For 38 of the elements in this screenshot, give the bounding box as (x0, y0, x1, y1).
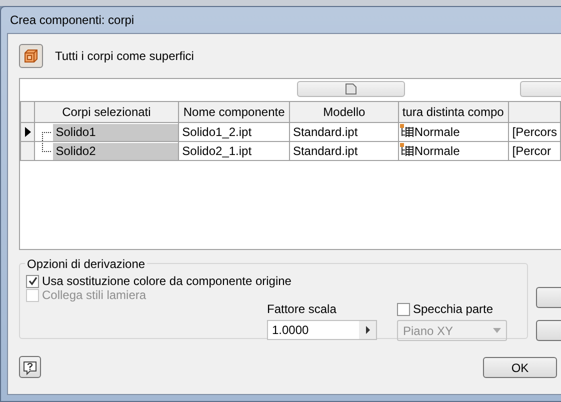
column-header[interactable]: tura distinta compo (398, 102, 509, 122)
side-button[interactable] (536, 320, 561, 341)
table-cell: Standard.ipt (289, 122, 399, 142)
tree-connector (42, 142, 52, 152)
checkbox-label: Collega stili lamiera (42, 287, 146, 304)
current-row-icon (25, 127, 31, 137)
table-cell: Solido1_2.ipt (178, 122, 290, 142)
cube-icon (23, 48, 39, 64)
table-cell: Standard.ipt (289, 142, 399, 160)
structure-icon (400, 143, 414, 157)
table-cell: [Percor (508, 142, 560, 160)
tree-connector (42, 132, 52, 140)
scale-label: Fattore scala (267, 301, 338, 318)
table-cell: Normale (398, 142, 509, 160)
column-header[interactable]: Nome componente (178, 102, 290, 122)
ok-button[interactable]: OK (483, 356, 557, 378)
table-cell: Solido2 (52, 142, 178, 160)
dropdown-arrow-icon (493, 328, 501, 333)
body-mode-button[interactable] (19, 44, 43, 68)
column-header[interactable]: Corpi selezionati (34, 102, 179, 122)
document-icon (345, 83, 357, 95)
mode-label: Tutti i corpi come superfici (55, 48, 194, 65)
window-title: Crea componenti: corpi (9, 12, 134, 29)
help-icon (22, 360, 38, 376)
column-header[interactable]: Modello (289, 102, 399, 122)
checkbox[interactable] (26, 274, 39, 288)
table-cell: Solido2_1.ipt (178, 142, 290, 160)
checkbox-label: Usa sostituzione colore da componente origine (42, 273, 292, 290)
structure-icon (400, 124, 414, 138)
checkbox-label: Specchia parte (413, 301, 494, 318)
checkbox[interactable] (397, 302, 410, 316)
row-header[interactable] (20, 122, 34, 142)
table-cell: [Percors (508, 122, 560, 142)
table-cell: Solido1 (52, 124, 178, 140)
toolbar-button[interactable] (297, 81, 405, 97)
table-cell: Normale (398, 122, 509, 142)
help-button[interactable] (19, 356, 41, 378)
side-button[interactable] (536, 287, 561, 308)
